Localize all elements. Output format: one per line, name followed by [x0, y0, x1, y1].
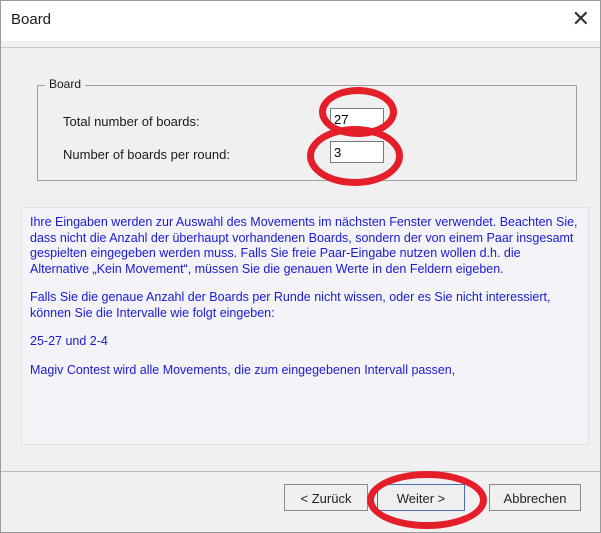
info-text-panel: Ihre Eingaben werden zur Auswahl des Mov…: [21, 207, 589, 445]
board-groupbox: [37, 85, 577, 181]
info-paragraph: 25-27 und 2-4: [30, 334, 108, 348]
next-button[interactable]: Weiter >: [377, 484, 465, 511]
title-bar: Board ✕: [1, 1, 600, 41]
close-icon[interactable]: ✕: [572, 7, 590, 31]
title-divider: [1, 47, 600, 48]
window-title: Board: [11, 11, 52, 28]
boards-per-round-input[interactable]: [330, 141, 384, 163]
total-boards-input[interactable]: [330, 108, 384, 130]
boards-per-round-label: Number of boards per round:: [63, 147, 230, 162]
cancel-button[interactable]: Abbrechen: [489, 484, 581, 511]
total-boards-label: Total number of boards:: [63, 114, 200, 129]
button-row-divider: [1, 471, 600, 472]
groupbox-legend: Board: [45, 77, 86, 91]
back-button[interactable]: < Zurück: [284, 484, 368, 511]
board-dialog: Board ✕ Board Total number of boards: Nu…: [0, 0, 601, 533]
info-paragraph: Ihre Eingaben werden zur Auswahl des Mov…: [30, 215, 578, 276]
info-paragraph: Magiv Contest wird alle Movements, die z…: [30, 362, 456, 377]
info-paragraph: Falls Sie die genaue Anzahl der Boards p…: [30, 290, 551, 320]
